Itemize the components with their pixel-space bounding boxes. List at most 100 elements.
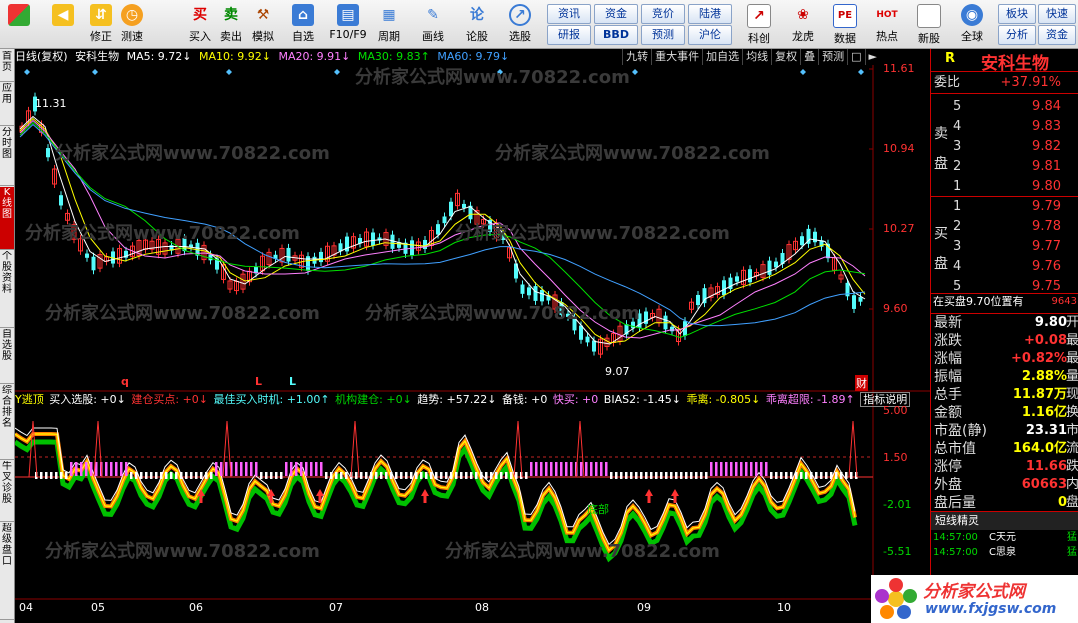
period-button[interactable]: ▦ 周期 bbox=[374, 2, 404, 46]
ind-spike bbox=[848, 420, 858, 478]
funds-button[interactable]: 资金 bbox=[594, 4, 638, 24]
expand-icon[interactable]: ► bbox=[864, 49, 880, 65]
nav-profile[interactable]: 个股资料 bbox=[0, 251, 14, 328]
stat-suffix: 跌 bbox=[1065, 459, 1078, 474]
short-spirit-item[interactable]: 14:57:00 C思泉 猛 bbox=[931, 546, 1078, 560]
overlay-button[interactable]: 叠 bbox=[800, 49, 818, 65]
add-watch-button[interactable]: 加自选 bbox=[702, 49, 742, 65]
auction-button[interactable]: 竞价 bbox=[641, 4, 685, 24]
stock-select-button[interactable]: ↗ 选股 bbox=[505, 2, 535, 46]
stat-value: 60663 bbox=[1021, 477, 1067, 492]
lock-icon[interactable]: □ bbox=[847, 49, 864, 65]
stat-label: 总手 bbox=[934, 387, 962, 403]
ind-bar bbox=[110, 462, 113, 476]
nav-home[interactable]: 首页 bbox=[0, 51, 14, 82]
short-spirit-title[interactable]: 短线精灵 bbox=[931, 511, 1078, 530]
forecast-button[interactable]: 预测 bbox=[641, 25, 685, 45]
ind-bar bbox=[710, 462, 713, 476]
low-label: 9.07 bbox=[605, 365, 630, 378]
hot-button[interactable]: HOT 热点 bbox=[870, 2, 904, 46]
ind-bar bbox=[195, 472, 198, 479]
sell-level-row[interactable]: 4 9.83 bbox=[931, 117, 1078, 137]
simulate-button[interactable]: ⚒ 模拟 bbox=[248, 2, 278, 46]
ind-bar bbox=[50, 472, 53, 479]
sector-button[interactable]: 板块 bbox=[998, 4, 1036, 24]
buy-level-row[interactable]: 1 9.79 bbox=[931, 197, 1078, 217]
nav-watchlist[interactable]: 自选股 bbox=[0, 329, 14, 384]
new-stock-button[interactable]: 新股 bbox=[912, 2, 946, 46]
quick-button[interactable]: 快速 bbox=[1038, 4, 1076, 24]
ind-bar bbox=[125, 462, 128, 476]
ind-bar bbox=[370, 472, 373, 479]
kline-chart-area[interactable]: 日线(复权) 安科生物 MA5: 9.72↓ MA10: 9.92↓ MA20:… bbox=[15, 49, 930, 623]
data-button[interactable]: PE 数据 bbox=[828, 2, 862, 46]
monitor-icon: ▤ bbox=[337, 4, 359, 26]
ind-bar bbox=[265, 472, 268, 479]
ind-bar bbox=[325, 472, 328, 479]
stat-label: 振幅 bbox=[934, 369, 962, 385]
nav-super-quote[interactable]: 超级盘口 bbox=[0, 523, 14, 620]
dragon-tiger-button[interactable]: ❀ 龙虎 bbox=[786, 2, 820, 46]
sell-level-row[interactable]: 1 9.80 bbox=[931, 177, 1078, 197]
indicator-name[interactable]: Y逃顶 bbox=[15, 393, 44, 406]
buy-button[interactable]: 买买入 bbox=[185, 2, 215, 46]
news-button[interactable]: 资讯 bbox=[547, 4, 591, 24]
finance-marker[interactable]: 财 bbox=[855, 375, 868, 391]
ma-button[interactable]: 均线 bbox=[742, 49, 771, 65]
ind-bar bbox=[80, 462, 83, 476]
event-diamond-icon bbox=[858, 69, 864, 75]
nav-timeshare[interactable]: 分时图 bbox=[0, 127, 14, 186]
analysis-button[interactable]: 分析 bbox=[998, 25, 1036, 45]
research-button[interactable]: 研报 bbox=[547, 25, 591, 45]
ind-bar bbox=[475, 472, 478, 479]
period-mode[interactable]: 日线(复权) bbox=[15, 50, 68, 63]
short-stock: C思泉 bbox=[989, 547, 1016, 558]
speed-test-button[interactable]: ◷ 测速 bbox=[117, 2, 147, 46]
ind-bar bbox=[405, 472, 408, 479]
candle-body bbox=[46, 148, 50, 158]
sell-button[interactable]: 卖卖出 bbox=[216, 2, 246, 46]
sell-level-row[interactable]: 3 9.82 bbox=[931, 137, 1078, 157]
ind-bar bbox=[345, 472, 348, 479]
ind-bar bbox=[560, 462, 563, 476]
fix-button[interactable]: ⇵ 修正 bbox=[86, 2, 116, 46]
forecast-chart-button[interactable]: 预测 bbox=[818, 49, 847, 65]
adjust-button[interactable]: 复权 bbox=[771, 49, 800, 65]
sell-level-row[interactable]: 5 9.84 bbox=[931, 97, 1078, 117]
bbd-button[interactable]: BBD bbox=[594, 25, 638, 45]
draw-line-button[interactable]: ✎ 画线 bbox=[418, 2, 448, 46]
sci-tech-button[interactable]: ↗ 科创 bbox=[742, 2, 776, 46]
back-arrow-icon[interactable]: ◀ bbox=[48, 2, 78, 46]
buy-level-row[interactable]: 4 9.76 bbox=[931, 257, 1078, 277]
forum-button[interactable]: 论论股 bbox=[462, 2, 492, 46]
grid-icon[interactable] bbox=[4, 2, 34, 46]
nav-apps[interactable]: 应用 bbox=[0, 83, 14, 126]
f10-button[interactable]: ▤ F10/F9 bbox=[328, 2, 368, 46]
ind-bar bbox=[840, 472, 843, 479]
stat-value: +0.82% bbox=[1011, 351, 1067, 366]
nav-diagnosis[interactable]: 牛叉诊股 bbox=[0, 461, 14, 522]
sell-level-row[interactable]: 2 9.81 bbox=[931, 157, 1078, 177]
major-events-button[interactable]: 重大事件 bbox=[651, 49, 702, 65]
stat-row: 涨跌 +0.08 最 bbox=[931, 332, 1078, 350]
ind-axis-2: 1.50 bbox=[883, 451, 908, 464]
ind-bar bbox=[545, 462, 548, 476]
hk-connect-button[interactable]: 陆港 bbox=[688, 4, 732, 24]
ind-bar bbox=[685, 472, 688, 479]
favorites-button[interactable]: ⌂ 自选 bbox=[288, 2, 318, 46]
sell-level: 4 bbox=[953, 119, 962, 134]
ind-bar bbox=[270, 472, 273, 479]
short-spirit-item[interactable]: 14:57:00 C天元 猛 bbox=[931, 531, 1078, 545]
buy-level-row[interactable]: 3 9.77 bbox=[931, 237, 1078, 257]
candle-body bbox=[702, 288, 707, 304]
ind-bar bbox=[715, 462, 718, 476]
nav-kline[interactable]: K线图 bbox=[0, 187, 14, 250]
sell-price: 9.84 bbox=[1032, 99, 1061, 114]
ind-bar bbox=[515, 472, 518, 479]
buy-level-row[interactable]: 2 9.78 bbox=[931, 217, 1078, 237]
capital-button[interactable]: 资金 bbox=[1038, 25, 1076, 45]
nav-ranking[interactable]: 综合排名 bbox=[0, 385, 14, 460]
global-button[interactable]: ◉ 全球 bbox=[955, 2, 989, 46]
shanghai-london-button[interactable]: 沪伦 bbox=[688, 25, 732, 45]
stat-label: 市盈(静) bbox=[934, 423, 987, 439]
